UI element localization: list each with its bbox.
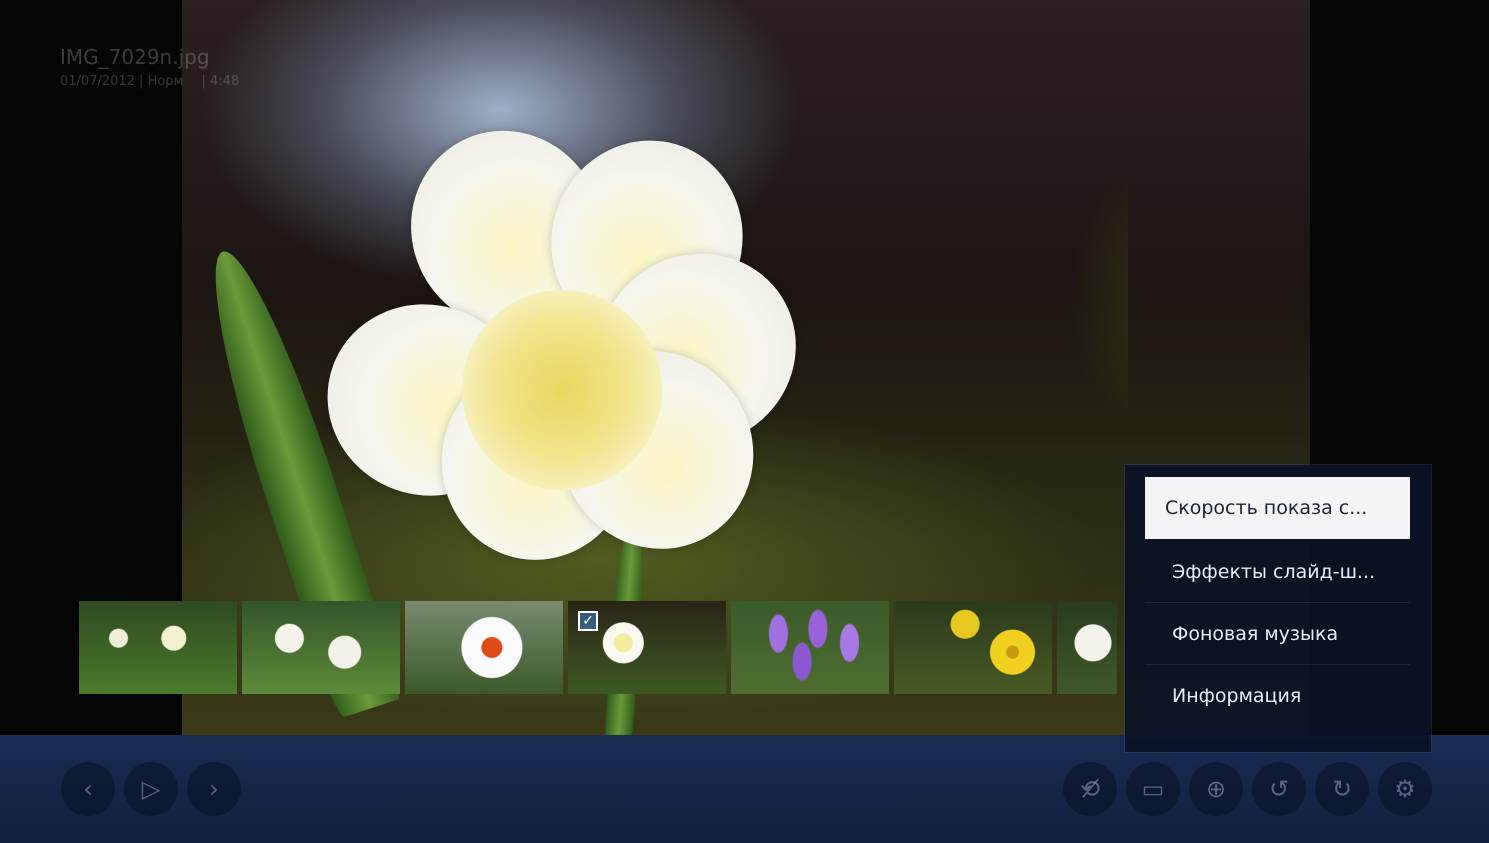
zoom-button[interactable]: ⊕ <box>1189 762 1243 816</box>
file-time: | 4:48 <box>201 74 240 89</box>
rotate-left-icon: ↺ <box>1268 775 1290 803</box>
rotate-off-button[interactable]: ⟲̸ <box>1063 762 1117 816</box>
thumbnail-6[interactable] <box>894 601 1052 694</box>
thumbnail-7[interactable] <box>1057 601 1117 694</box>
thumbnail-strip: ✓ <box>79 601 1117 694</box>
fit-screen-button[interactable]: ▭ <box>1126 762 1180 816</box>
gear-icon: ⚙ <box>1394 775 1416 803</box>
menu-item-slideshow-speed[interactable]: Скорость показа с... <box>1145 477 1410 539</box>
options-menu: Скорость показа с... Эффекты слайд-ш... … <box>1125 465 1431 752</box>
settings-button[interactable]: ⚙ <box>1378 762 1432 816</box>
zoom-icon: ⊕ <box>1205 775 1227 803</box>
previous-button[interactable]: ‹ <box>61 762 115 816</box>
thumbnail-1[interactable] <box>79 601 237 694</box>
thumbnail-4[interactable]: ✓ <box>568 601 726 694</box>
chevron-right-icon: › <box>209 775 219 803</box>
file-date-mode: 01/07/2012 | Норм <box>60 74 184 89</box>
no-rotate-icon: ⟲̸ <box>1079 775 1101 803</box>
rotate-right-icon: ↻ <box>1331 775 1353 803</box>
file-name: IMG_7029n.jpg <box>60 45 210 69</box>
file-meta: 01/07/2012 | Норм | 4:48 <box>60 74 239 89</box>
daffodil-flower <box>300 99 832 585</box>
chevron-left-icon: ‹ <box>83 775 93 803</box>
menu-item-slideshow-effects[interactable]: Эффекты слайд-ш... <box>1145 541 1410 603</box>
play-icon: ▷ <box>141 775 161 803</box>
thumbnail-2[interactable] <box>242 601 400 694</box>
rotate-right-button[interactable]: ↻ <box>1315 762 1369 816</box>
thumbnail-5[interactable] <box>731 601 889 694</box>
fit-screen-icon: ▭ <box>1141 775 1165 803</box>
next-button[interactable]: › <box>187 762 241 816</box>
thumbnail-3[interactable] <box>405 601 563 694</box>
rotate-left-button[interactable]: ↺ <box>1252 762 1306 816</box>
menu-item-background-music[interactable]: Фоновая музыка <box>1145 603 1410 665</box>
menu-item-information[interactable]: Информация <box>1145 665 1410 727</box>
selected-check-icon: ✓ <box>578 611 598 631</box>
play-button[interactable]: ▷ <box>124 762 178 816</box>
